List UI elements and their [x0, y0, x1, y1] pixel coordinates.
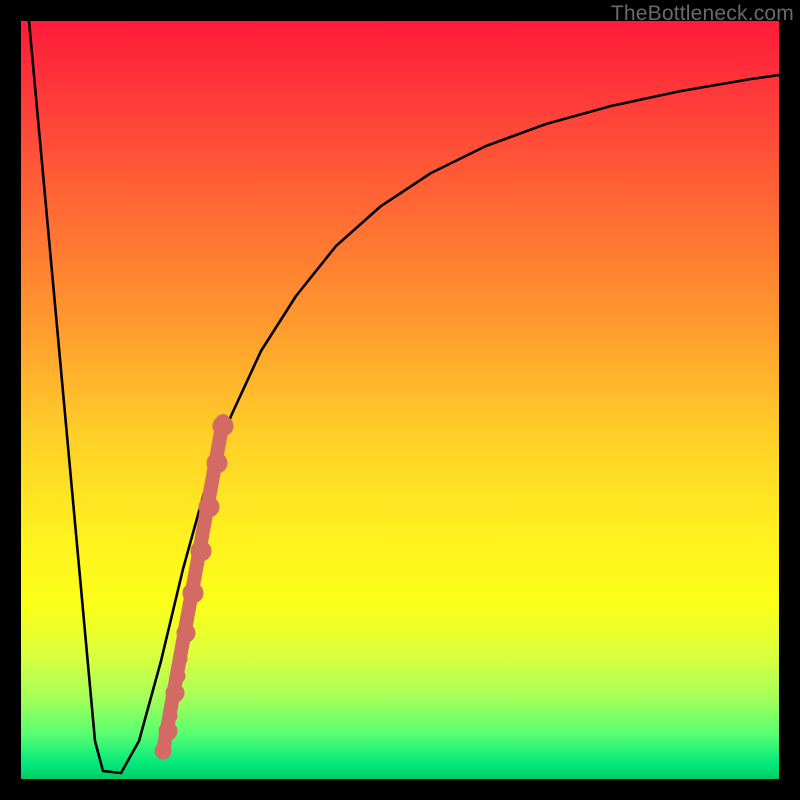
chart-svg: [21, 21, 779, 779]
highlighted-region: [155, 416, 233, 759]
watermark-text: TheBottleneck.com: [611, 2, 794, 26]
chart-frame: TheBottleneck.com: [0, 0, 800, 800]
chart-plot-area: [21, 21, 779, 779]
bottleneck-curve-line: [29, 21, 779, 773]
